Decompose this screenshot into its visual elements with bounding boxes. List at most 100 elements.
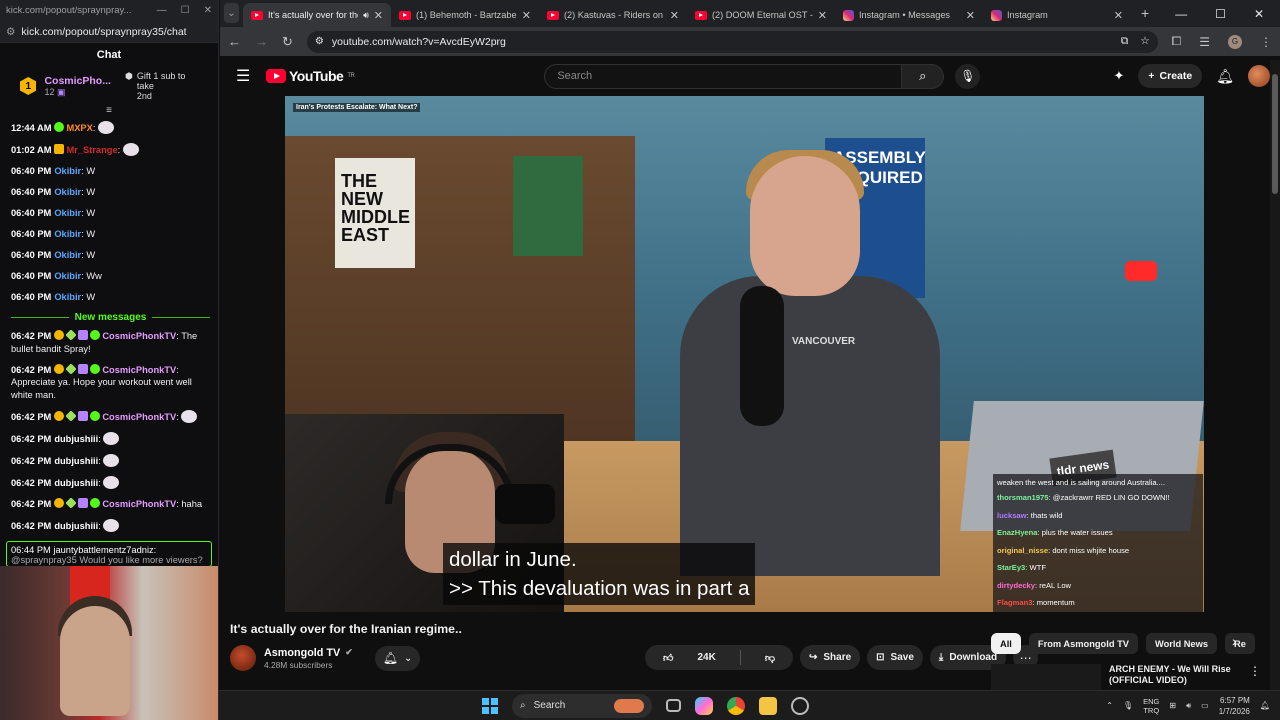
message-user[interactable]: Okibir — [54, 292, 81, 302]
chat-message[interactable]: 06:42 PM dubjushiii: — [11, 453, 210, 468]
tab-search-button[interactable]: ⌄ — [224, 3, 239, 23]
message-user[interactable]: dubjushiii — [54, 456, 98, 466]
recommended-thumbnail[interactable] — [991, 664, 1101, 690]
browser-tab[interactable]: Instagram ✕ — [983, 3, 1131, 27]
message-user[interactable]: Okibir — [54, 250, 81, 260]
browser-tab[interactable]: (1) Behemoth - Bartzabel (O ✕ — [391, 3, 539, 27]
browser-tab[interactable]: (2) Kastuvas - Riders on The ✕ — [539, 3, 687, 27]
new-messages-divider[interactable]: New messages — [11, 312, 210, 323]
pinned-gifter[interactable]: 1 CosmicPho... 12 ▣ ⬢ Gift 1 sub to take… — [0, 67, 218, 105]
file-explorer-icon[interactable] — [759, 696, 777, 715]
bookmark-star-icon[interactable]: ☆ — [1140, 35, 1149, 48]
language-indicator[interactable]: ENG TRQ — [1143, 697, 1159, 715]
create-button[interactable]: + Create — [1138, 64, 1203, 88]
close-icon[interactable]: ✕ — [204, 5, 212, 16]
close-tab-icon[interactable]: ✕ — [522, 9, 531, 22]
extensions-icon[interactable]: ⧠ — [1172, 34, 1182, 49]
address-bar[interactable]: ⚙ youtube.com/watch?v=AvcdEyW2prg ⧉ ☆ — [306, 30, 1158, 53]
chat-message[interactable]: 06:42 PM CosmicPhonkTV: The bullet bandit… — [11, 329, 210, 355]
channel-avatar[interactable] — [230, 645, 256, 671]
chat-message[interactable]: 06:40 PM Okibir: W — [11, 165, 210, 178]
close-tab-icon[interactable]: ✕ — [670, 9, 679, 22]
message-user[interactable]: dubjushiii — [54, 521, 98, 531]
channel-name[interactable]: Asmongold TV — [264, 647, 340, 659]
maximize-icon[interactable]: ☐ — [1215, 7, 1226, 21]
message-user[interactable]: jauntybattlementz7adniz — [53, 545, 153, 555]
message-user[interactable]: CosmicPhonkTV — [102, 331, 176, 341]
start-button[interactable] — [482, 697, 498, 714]
chevron-up-icon[interactable]: ⌃ — [1106, 701, 1113, 710]
gift-sub-prompt[interactable]: ⬢ Gift 1 sub to take 2nd — [125, 71, 198, 101]
save-button[interactable]: ⊡ Save — [867, 645, 923, 670]
copilot-icon[interactable] — [695, 696, 713, 715]
app-icon[interactable] — [791, 696, 809, 715]
taskbar-search[interactable]: ⌕ Search — [512, 693, 652, 718]
forward-icon[interactable]: → — [255, 34, 268, 49]
task-view-icon[interactable] — [666, 699, 681, 712]
new-tab-button[interactable]: + — [1131, 5, 1159, 27]
search-button[interactable]: ⌕ — [902, 63, 945, 89]
message-user[interactable]: dubjushiii — [54, 478, 98, 488]
chrome-icon[interactable] — [727, 696, 745, 715]
chat-message[interactable]: 06:40 PM Okibir: W — [11, 228, 210, 241]
scrollbar-thumb[interactable] — [1272, 74, 1278, 194]
speaker-icon[interactable]: 🔊︎ — [363, 10, 369, 21]
chat-message[interactable]: 06:42 PM CosmicPhonkTV: haha — [11, 496, 210, 511]
hamburger-menu-icon[interactable]: ☰ — [236, 66, 266, 86]
filter-chip[interactable]: Re — [1225, 633, 1255, 654]
message-user[interactable]: CosmicPhonkTV — [102, 499, 176, 509]
studio-icon[interactable]: ✦ — [1113, 68, 1124, 84]
chat-message[interactable]: 06:40 PM Okibir: W — [11, 207, 210, 220]
chat-window-url[interactable]: kick.com/popout/spraynpray35/chat — [21, 26, 186, 38]
message-user[interactable]: Okibir — [54, 229, 81, 239]
browser-menu-icon[interactable]: ⋮ — [1260, 35, 1272, 49]
account-avatar[interactable] — [1248, 65, 1270, 87]
reload-icon[interactable]: ↻ — [282, 34, 293, 50]
highlighted-message[interactable]: 06:44 PM jauntybattlementz7adniz: @spray… — [6, 540, 212, 567]
clock[interactable]: 6:57 PM 1/7/2026 — [1219, 695, 1250, 717]
site-settings-icon[interactable]: ⚙ — [6, 26, 15, 38]
chat-message[interactable]: 06:42 PM dubjushiii: — [11, 475, 210, 490]
message-user[interactable]: Okibir — [54, 271, 81, 281]
microphone-icon[interactable]: 🎙 — [1123, 701, 1133, 710]
message-user[interactable]: dubjushiii — [54, 434, 98, 444]
battery-icon[interactable]: ▭ — [1201, 701, 1209, 710]
profile-avatar[interactable]: G — [1228, 34, 1242, 49]
share-button[interactable]: ↪ Share — [799, 645, 861, 670]
chevron-right-icon[interactable]: › — [1232, 633, 1237, 649]
minimize-icon[interactable]: — — [157, 5, 167, 16]
filter-chip[interactable]: All — [991, 633, 1021, 654]
cast-icon[interactable]: ⧉ — [1121, 35, 1129, 48]
message-user[interactable]: Mr_Strange — [66, 145, 117, 155]
dislike-button[interactable]: 👎︎ — [747, 645, 793, 670]
message-user[interactable]: Okibir — [54, 166, 81, 176]
message-user[interactable]: CosmicPhonkTV — [102, 365, 176, 375]
notifications-bell-icon[interactable]: 🔔︎ — [1216, 68, 1234, 85]
more-options-icon[interactable]: ⋮ — [1249, 664, 1261, 678]
close-tab-icon[interactable]: ✕ — [818, 9, 827, 22]
close-tab-icon[interactable]: ✕ — [966, 9, 975, 22]
youtube-logo[interactable]: YouTube TR — [266, 68, 355, 84]
minimize-icon[interactable]: — — [1175, 7, 1187, 21]
close-tab-icon[interactable]: ✕ — [1114, 9, 1123, 22]
site-info-icon[interactable]: ⚙ — [315, 36, 324, 47]
chat-message[interactable]: 12:44 AM MXPX: — [11, 121, 210, 135]
browser-tab[interactable]: Instagram • Messages ✕ — [835, 3, 983, 27]
chat-message[interactable]: 01:02 AM Mr_Strange: — [11, 143, 210, 157]
message-user[interactable]: Okibir — [54, 187, 81, 197]
pinned-user[interactable]: CosmicPho... — [44, 75, 111, 87]
filter-icon[interactable]: ≡ — [0, 105, 218, 116]
filter-chip[interactable]: World News — [1145, 633, 1218, 654]
chat-message[interactable]: 06:40 PM Okibir: Ww — [11, 270, 210, 283]
message-user[interactable]: Okibir — [54, 208, 81, 218]
close-icon[interactable]: ✕ — [1254, 7, 1264, 21]
network-icon[interactable]: ⊞ — [1169, 701, 1176, 710]
chat-message[interactable]: 06:40 PM Okibir: W — [11, 291, 210, 304]
chat-message[interactable]: 06:42 PM dubjushiii: — [11, 431, 210, 446]
address-url[interactable]: youtube.com/watch?v=AvcdEyW2prg — [332, 36, 506, 48]
search-input[interactable]: Search — [544, 63, 903, 89]
page-scrollbar[interactable] — [1270, 60, 1280, 690]
back-icon[interactable]: ← — [228, 34, 241, 49]
browser-tab[interactable]: It's actually over for the 🔊︎ ✕ — [242, 3, 391, 27]
reading-list-icon[interactable]: ☰ — [1199, 35, 1210, 49]
